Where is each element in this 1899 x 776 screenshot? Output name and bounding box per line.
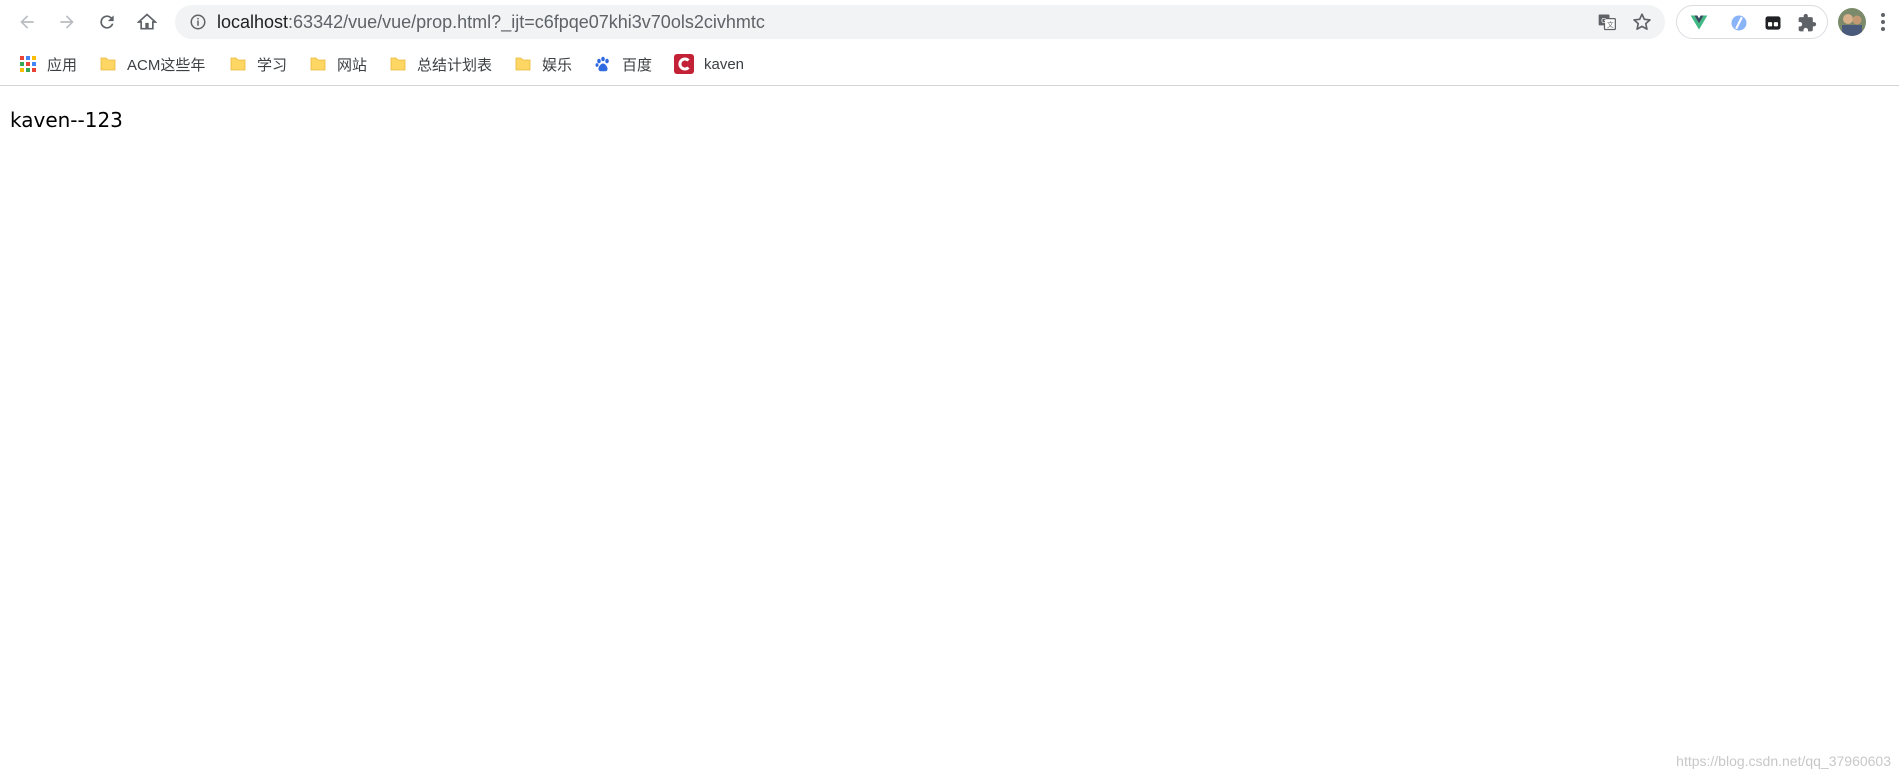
folder-icon [310, 57, 326, 71]
reload-button[interactable] [92, 7, 122, 37]
profile-avatar[interactable] [1838, 8, 1866, 36]
url-text[interactable]: localhost:63342/vue/vue/prop.html?_ijt=c… [217, 5, 765, 39]
forward-button[interactable] [52, 7, 82, 37]
apps-grid-icon [20, 56, 36, 72]
baidu-paw-icon [595, 56, 609, 72]
address-bar[interactable]: localhost:63342/vue/vue/prop.html?_ijt=c… [175, 5, 1665, 39]
bookmark-label: 学习 [257, 56, 288, 74]
bookmark-kaven[interactable]: kaven [674, 51, 744, 77]
bookmark-label: kaven [704, 55, 745, 73]
bookmark-label: 应用 [47, 56, 78, 74]
reload-icon [100, 15, 114, 29]
folder-icon [100, 57, 116, 71]
bookmark-folder-fun[interactable]: 娱乐 [514, 51, 572, 77]
info-icon[interactable] [189, 13, 207, 31]
bookmark-folder-plan[interactable]: 总结计划表 [389, 51, 492, 77]
back-icon [20, 15, 34, 29]
folder-icon [515, 57, 531, 71]
bookmark-label: 百度 [622, 56, 653, 74]
avatar-image [1838, 8, 1866, 36]
bookmark-folder-acm[interactable]: ACM这些年 [99, 51, 205, 77]
tampermonkey-like-icon[interactable] [1729, 13, 1749, 33]
svg-text:文: 文 [1607, 20, 1614, 29]
bookmark-label: 总结计划表 [417, 56, 493, 74]
puzzle-icon[interactable] [1797, 13, 1817, 33]
home-icon [137, 13, 157, 30]
bookmark-apps[interactable]: 应用 [19, 51, 77, 77]
csdn-icon [674, 54, 694, 74]
bookmark-folder-study[interactable]: 学习 [229, 51, 287, 77]
forward-icon [60, 15, 74, 29]
url-host: localhost [217, 12, 289, 32]
folder-icon [390, 57, 406, 71]
svg-text:G: G [1601, 17, 1606, 25]
home-button[interactable] [132, 7, 162, 37]
bookmark-baidu[interactable]: 百度 [594, 51, 652, 77]
bookmark-label: 网站 [337, 56, 368, 74]
translate-icon[interactable]: G 文 [1597, 12, 1617, 32]
folder-icon [230, 57, 246, 71]
browser-toolbar: localhost:63342/vue/vue/prop.html?_ijt=c… [0, 0, 1899, 44]
vue-devtools-icon[interactable] [1689, 13, 1709, 33]
bookmark-label: 娱乐 [542, 56, 573, 74]
extension-dark-icon[interactable] [1763, 13, 1783, 33]
bookmarks-bar: 应用 ACM这些年 学习 网站 总结计划表 娱乐 百度 kaven [0, 44, 1899, 86]
bookmark-folder-sites[interactable]: 网站 [309, 51, 367, 77]
url-path: :63342/vue/vue/prop.html?_ijt=c6fpqe07kh… [288, 12, 765, 32]
extensions-area [1676, 5, 1828, 39]
watermark: https://blog.csdn.net/qq_37960603 [1676, 753, 1891, 769]
star-icon[interactable] [1631, 11, 1653, 33]
bookmark-label: ACM这些年 [127, 56, 206, 74]
page-text: kaven--123 [10, 108, 123, 132]
kebab-menu-icon[interactable] [1879, 10, 1887, 34]
back-button[interactable] [12, 7, 42, 37]
